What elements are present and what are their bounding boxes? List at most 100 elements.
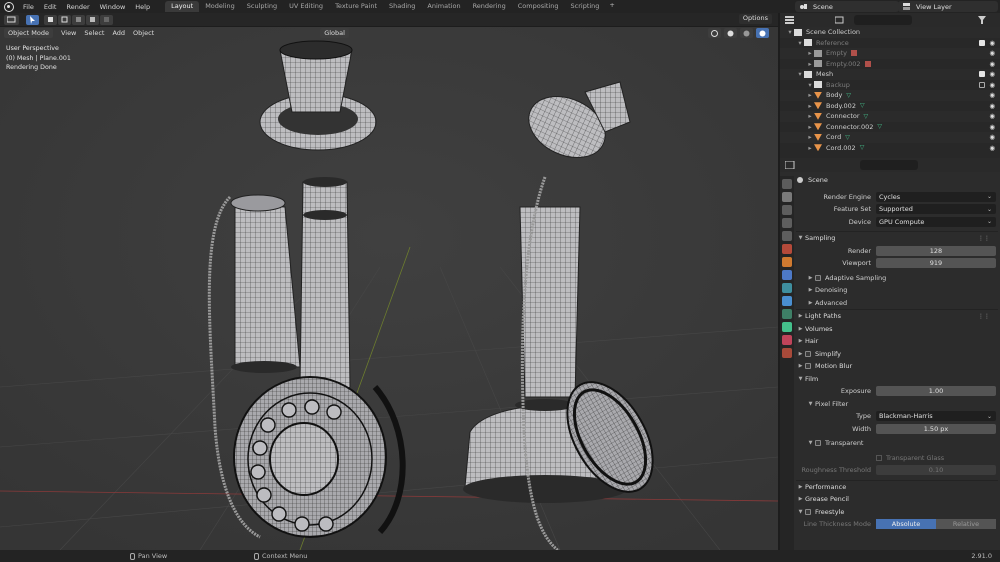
mesh-data-icon[interactable]: ▽ bbox=[846, 92, 851, 99]
disclosure-triangle-icon[interactable]: ▸ bbox=[806, 123, 814, 131]
disclosure-triangle-icon[interactable]: ▸ bbox=[806, 102, 814, 110]
drag-handle-icon[interactable]: ⋮⋮ bbox=[978, 235, 990, 242]
outliner-editor-icon[interactable] bbox=[785, 16, 795, 24]
menu-edit[interactable]: Edit bbox=[39, 3, 62, 11]
constraint-icon[interactable] bbox=[850, 50, 857, 57]
transparent-checkbox[interactable] bbox=[815, 440, 821, 447]
visibility-eye-icon[interactable]: ◉ bbox=[989, 49, 995, 57]
editor-type-button[interactable] bbox=[4, 14, 19, 25]
disclosure-triangle-icon[interactable]: ▾ bbox=[796, 70, 804, 78]
texture-tab-icon[interactable] bbox=[782, 348, 792, 358]
absolute-option[interactable]: Absolute bbox=[876, 519, 936, 530]
disclosure-triangle-icon[interactable]: ▸ bbox=[806, 60, 814, 68]
material-tab-icon[interactable] bbox=[782, 335, 792, 345]
disclosure-triangle-icon[interactable]: ▸ bbox=[806, 91, 814, 99]
view-layer-tab-icon[interactable] bbox=[782, 218, 792, 228]
disclosure-triangle-icon[interactable]: ▾ bbox=[796, 39, 804, 47]
object-tab-icon[interactable] bbox=[782, 257, 792, 267]
physics-tab-icon[interactable] bbox=[782, 296, 792, 306]
volumes-panel[interactable]: ▶ Volumes bbox=[796, 323, 998, 336]
grease-pencil-panel[interactable]: ▶ Grease Pencil bbox=[796, 493, 998, 506]
select-mode-invert-button[interactable] bbox=[86, 14, 99, 25]
disclosure-triangle-icon[interactable]: ▸ bbox=[806, 112, 814, 120]
add-workspace-button[interactable]: + bbox=[605, 1, 618, 12]
visibility-eye-icon[interactable]: ◉ bbox=[989, 70, 995, 78]
outliner-search-input[interactable] bbox=[854, 15, 912, 25]
options-dropdown[interactable]: Options bbox=[738, 14, 772, 24]
viewport-samples-field[interactable]: 919 bbox=[876, 258, 996, 269]
select-mode-extend-button[interactable] bbox=[58, 14, 71, 25]
view-layer-selector[interactable]: View Layer bbox=[898, 1, 998, 12]
object-mode-dropdown[interactable]: Object Mode bbox=[4, 28, 53, 38]
render-samples-field[interactable]: 128 bbox=[876, 245, 996, 256]
outliner-row[interactable]: ▸ Body ▽ ◉ bbox=[780, 90, 1000, 101]
disclosure-triangle-icon[interactable]: ▾ bbox=[786, 28, 794, 36]
pixel-filter-panel[interactable]: ▼ Pixel Filter bbox=[796, 398, 998, 411]
advanced-panel[interactable]: ▶ Advanced bbox=[796, 297, 998, 310]
tab-compositing[interactable]: Compositing bbox=[512, 1, 565, 12]
visibility-eye-icon[interactable]: ◉ bbox=[989, 144, 995, 152]
menu-file[interactable]: File bbox=[18, 3, 39, 11]
sampling-panel-header[interactable]: ▼ Sampling ⋮⋮ bbox=[796, 232, 998, 245]
outliner-row[interactable]: ▾ Reference ◉ bbox=[780, 38, 1000, 49]
tab-modeling[interactable]: Modeling bbox=[199, 1, 241, 12]
menu-object[interactable]: Object bbox=[133, 29, 154, 37]
tab-animation[interactable]: Animation bbox=[421, 1, 466, 12]
transparent-glass-checkbox[interactable] bbox=[876, 454, 882, 461]
adaptive-sampling-checkbox[interactable] bbox=[815, 274, 821, 281]
disclosure-triangle-icon[interactable]: ▸ bbox=[806, 133, 814, 141]
denoising-panel[interactable]: ▶ Denoising bbox=[796, 284, 998, 297]
shading-rendered-button[interactable] bbox=[756, 28, 769, 38]
filter-type-dropdown[interactable]: Blackman-Harris bbox=[876, 411, 996, 422]
filter-width-field[interactable]: 1.50 px bbox=[876, 423, 996, 434]
particles-tab-icon[interactable] bbox=[782, 283, 792, 293]
disclosure-triangle-icon[interactable]: ▾ bbox=[806, 81, 814, 89]
tab-shading[interactable]: Shading bbox=[383, 1, 421, 12]
exclude-checkbox[interactable] bbox=[979, 39, 985, 46]
output-tab-icon[interactable] bbox=[782, 205, 792, 215]
scene-tab-icon[interactable] bbox=[782, 231, 792, 241]
filter-icon[interactable] bbox=[978, 16, 986, 24]
roughness-field[interactable]: 0.10 bbox=[876, 465, 996, 476]
outliner-row[interactable]: ▸ Cord.002 ▽ ◉ bbox=[780, 143, 1000, 154]
tab-texture-paint[interactable]: Texture Paint bbox=[329, 1, 383, 12]
visibility-eye-icon[interactable]: ◉ bbox=[989, 91, 995, 99]
menu-add[interactable]: Add bbox=[112, 29, 125, 37]
modifier-tab-icon[interactable] bbox=[782, 270, 792, 280]
menu-window[interactable]: Window bbox=[95, 3, 131, 11]
visibility-eye-icon[interactable]: ◉ bbox=[989, 81, 995, 89]
light-paths-panel[interactable]: ▶ Light Paths ⋮⋮ bbox=[796, 310, 998, 323]
outliner-row[interactable]: ▸ Cord ▽ ◉ bbox=[780, 132, 1000, 143]
display-mode-icon[interactable] bbox=[835, 16, 845, 24]
outliner-row[interactable]: ▸ Empty ◉ bbox=[780, 48, 1000, 59]
shading-material-button[interactable] bbox=[740, 28, 753, 38]
visibility-eye-icon[interactable]: ◉ bbox=[989, 102, 995, 110]
constraints-tab-icon[interactable] bbox=[782, 309, 792, 319]
mesh-data-icon[interactable]: ▽ bbox=[860, 144, 865, 151]
exclude-checkbox[interactable] bbox=[979, 71, 985, 78]
outliner-row[interactable]: ▸ Connector.002 ▽ ◉ bbox=[780, 122, 1000, 133]
tab-sculpting[interactable]: Sculpting bbox=[241, 1, 283, 12]
outliner-row[interactable]: ▾ Scene Collection bbox=[780, 27, 1000, 38]
blender-logo-icon[interactable] bbox=[4, 1, 14, 12]
properties-search-input[interactable] bbox=[860, 160, 918, 170]
tool-tab-icon[interactable] bbox=[782, 179, 792, 189]
menu-view[interactable]: View bbox=[61, 29, 76, 37]
select-mode-new-button[interactable] bbox=[44, 14, 57, 25]
hair-panel[interactable]: ▶ Hair bbox=[796, 335, 998, 348]
simplify-panel[interactable]: ▶ Simplify bbox=[796, 348, 998, 361]
tab-layout[interactable]: Layout bbox=[165, 1, 200, 12]
mesh-data-icon[interactable]: ▽ bbox=[864, 113, 869, 120]
menu-help[interactable]: Help bbox=[130, 3, 155, 11]
menu-select[interactable]: Select bbox=[84, 29, 104, 37]
performance-panel[interactable]: ▶ Performance bbox=[796, 481, 998, 494]
visibility-eye-icon[interactable]: ◉ bbox=[989, 39, 995, 47]
select-mode-subtract-button[interactable] bbox=[72, 14, 85, 25]
constraint-icon[interactable] bbox=[864, 60, 871, 67]
scene-selector[interactable]: Scene bbox=[795, 1, 899, 12]
shading-wireframe-button[interactable] bbox=[708, 28, 721, 38]
film-panel-header[interactable]: ▼ Film bbox=[796, 373, 998, 386]
3d-viewport[interactable]: Object Mode View Select Add Object Globa… bbox=[0, 27, 778, 550]
select-tool-button[interactable] bbox=[26, 14, 39, 25]
render-engine-dropdown[interactable]: Cycles bbox=[876, 191, 996, 202]
